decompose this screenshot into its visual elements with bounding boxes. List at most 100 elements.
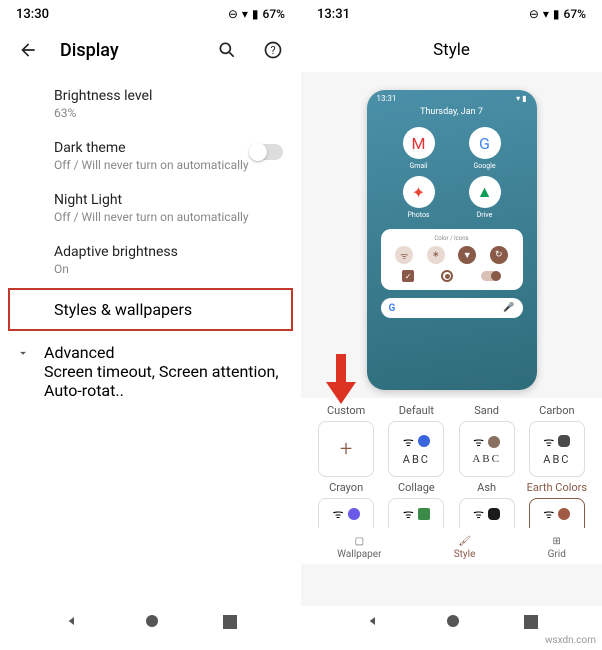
nav-back-icon[interactable] bbox=[64, 613, 80, 633]
item-title: Night Light bbox=[54, 192, 285, 208]
nav-recents-icon[interactable] bbox=[223, 614, 237, 633]
style-preview: 13:31 ▾ ▮ Thursday, Jan 7 MGmail GGoogle… bbox=[301, 72, 602, 398]
tab-style[interactable]: 🖌 Style bbox=[454, 536, 476, 560]
styles-row-2: Crayon ᯤ Collage ᯤ Ash ᯤ Earth Colors ᯤ bbox=[301, 479, 602, 528]
tab-wallpaper[interactable]: ▢ Wallpaper bbox=[337, 536, 381, 560]
item-adaptive-brightness[interactable]: Adaptive brightness On bbox=[0, 234, 301, 286]
plus-icon: + bbox=[340, 437, 352, 462]
color-dot bbox=[488, 508, 500, 520]
nav-home-icon[interactable] bbox=[144, 613, 160, 633]
style-icon: 🖌 bbox=[458, 536, 471, 547]
style-label: Collage bbox=[398, 481, 435, 494]
wifi-icon: ᯤ bbox=[543, 433, 554, 450]
search-icon[interactable] bbox=[213, 36, 241, 64]
item-title: Advanced bbox=[44, 343, 285, 362]
style-earth-colors[interactable]: Earth Colors ᯤ bbox=[526, 481, 588, 528]
preview-time: 13:31 bbox=[377, 94, 397, 103]
status-bar: 13:31 ⊖ ▾ ▮ 67% bbox=[301, 0, 602, 28]
item-styles-wallpapers[interactable]: Styles & wallpapers bbox=[8, 288, 293, 331]
style-label: Ash bbox=[477, 481, 496, 494]
color-dot bbox=[418, 508, 430, 520]
nav-home-icon[interactable] bbox=[445, 613, 461, 633]
abc-sample: ABC bbox=[472, 453, 501, 465]
page-title: Style bbox=[315, 40, 588, 60]
checkbox-icon: ✓ bbox=[402, 270, 414, 282]
status-icons: ⊖ ▾ ▮ 67% bbox=[529, 7, 586, 21]
nav-recents-icon[interactable] bbox=[524, 614, 538, 633]
item-sub: 63% bbox=[54, 106, 284, 120]
tab-label: Wallpaper bbox=[337, 549, 381, 560]
google-g-icon: G bbox=[389, 303, 396, 314]
nav-bar bbox=[0, 606, 301, 640]
item-sub: Screen timeout, Screen attention, Auto-r… bbox=[44, 362, 285, 400]
tab-grid[interactable]: ⊞ Grid bbox=[548, 536, 566, 560]
item-title: Adaptive brightness bbox=[54, 244, 285, 260]
battery-icon: ▮ bbox=[252, 7, 259, 21]
item-sub: Off / Will never turn on automatically bbox=[54, 210, 284, 224]
item-advanced[interactable]: Advanced Screen timeout, Screen attentio… bbox=[0, 333, 301, 410]
style-label: Default bbox=[399, 404, 434, 417]
app-label: Drive bbox=[477, 211, 493, 219]
preview-search-bar: G 🎤 bbox=[381, 298, 523, 318]
header: Display ? bbox=[0, 28, 301, 72]
bottom-tabs: ▢ Wallpaper 🖌 Style ⊞ Grid bbox=[301, 528, 602, 564]
wifi-icon: ▾ bbox=[543, 7, 549, 21]
photos-icon: ✦ bbox=[403, 176, 435, 208]
flashlight-chip-icon: ▼ bbox=[458, 246, 476, 264]
grid-icon: ⊞ bbox=[553, 536, 561, 547]
style-label: Sand bbox=[474, 404, 499, 417]
wifi-icon: ᯤ bbox=[473, 505, 484, 522]
preview-date: Thursday, Jan 7 bbox=[367, 107, 537, 117]
annotation-arrow-icon bbox=[326, 354, 356, 408]
status-bar: 13:30 ⊖ ▾ ▮ 67% bbox=[0, 0, 301, 28]
display-settings-screen: 13:30 ⊖ ▾ ▮ 67% Display ? Brightness lev… bbox=[0, 0, 301, 640]
tab-label: Grid bbox=[548, 549, 566, 560]
status-time: 13:30 bbox=[16, 7, 49, 22]
style-label: Carbon bbox=[539, 404, 574, 417]
style-collage[interactable]: Collage ᯤ bbox=[385, 481, 447, 528]
status-time: 13:31 bbox=[317, 7, 350, 22]
radio-icon bbox=[441, 270, 453, 282]
page-title: Display bbox=[60, 40, 195, 61]
style-sand[interactable]: Sand ᯤ ABC bbox=[456, 404, 518, 477]
help-icon[interactable]: ? bbox=[259, 36, 287, 64]
style-carbon[interactable]: Carbon ᯤABC bbox=[526, 404, 588, 477]
wifi-icon: ᯤ bbox=[333, 505, 344, 522]
item-brightness-level[interactable]: Brightness level 63% bbox=[0, 78, 301, 130]
wifi-icon: ᯤ bbox=[543, 505, 554, 522]
color-dot bbox=[348, 508, 360, 520]
status-icons: ⊖ ▾ ▮ 67% bbox=[228, 7, 285, 21]
style-label: Earth Colors bbox=[527, 481, 587, 494]
app-label: Photos bbox=[407, 211, 429, 219]
battery-pct: 67% bbox=[263, 7, 285, 21]
nav-back-icon[interactable] bbox=[365, 613, 381, 633]
header: Style bbox=[301, 28, 602, 72]
tab-label: Style bbox=[454, 549, 476, 560]
wifi-icon: ᯤ bbox=[403, 433, 414, 450]
dark-theme-toggle[interactable] bbox=[249, 144, 283, 160]
style-screen: 13:31 ⊖ ▾ ▮ 67% Style 13:31 ▾ ▮ Thursday… bbox=[301, 0, 602, 640]
style-crayon[interactable]: Crayon ᯤ bbox=[315, 481, 377, 528]
item-night-light[interactable]: Night Light Off / Will never turn on aut… bbox=[0, 182, 301, 234]
item-dark-theme[interactable]: Dark theme Off / Will never turn on auto… bbox=[0, 130, 301, 182]
wifi-icon: ᯤ bbox=[473, 433, 484, 450]
gmail-icon: M bbox=[403, 127, 435, 159]
wallpaper-icon: ▢ bbox=[355, 536, 364, 547]
styles-row-1: Custom + Default ᯤ ABC Sand ᯤ ABC Carbon ᯤ… bbox=[301, 398, 602, 479]
mic-icon: 🎤 bbox=[503, 303, 514, 313]
wifi-icon: ᯤ bbox=[403, 505, 414, 522]
style-custom[interactable]: Custom + bbox=[315, 404, 377, 477]
item-title: Brightness level bbox=[54, 88, 285, 104]
rotate-chip-icon: ↻ bbox=[490, 246, 508, 264]
abc-sample: ABC bbox=[403, 453, 430, 466]
back-icon[interactable] bbox=[14, 36, 42, 64]
style-ash[interactable]: Ash ᯤ bbox=[456, 481, 518, 528]
phone-preview: 13:31 ▾ ▮ Thursday, Jan 7 MGmail GGoogle… bbox=[367, 90, 537, 390]
style-default[interactable]: Default ᯤ ABC bbox=[385, 404, 447, 477]
item-sub: Off / Will never turn on automatically bbox=[54, 158, 284, 172]
color-dot bbox=[558, 508, 570, 520]
watermark: wsxdn.com bbox=[545, 635, 596, 646]
dnd-icon: ⊖ bbox=[228, 7, 238, 21]
item-sub: On bbox=[54, 262, 284, 276]
preview-status-icons: ▾ ▮ bbox=[516, 94, 526, 103]
